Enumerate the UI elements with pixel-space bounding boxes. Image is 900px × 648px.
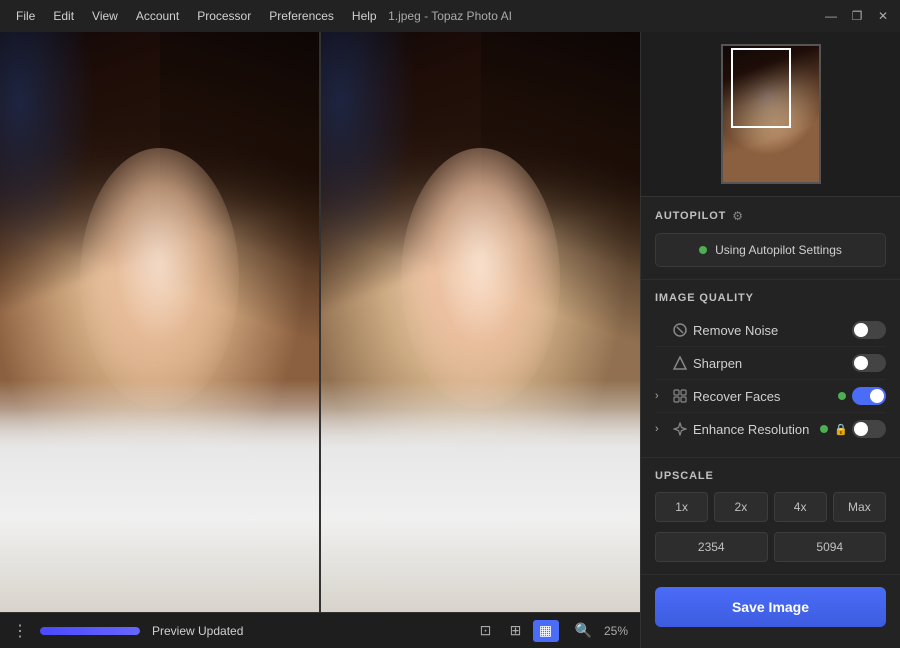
recover-faces-toggle[interactable] [852,387,886,405]
upscale-max-button[interactable]: Max [833,492,886,522]
upscale-buttons: 1x 2x 4x Max [655,492,886,522]
image-quality-section: IMAGE QUALITY Remove Noise [641,280,900,458]
menu-item-edit[interactable]: Edit [45,5,82,27]
enhance-resolution-indicator [820,425,828,433]
view-split-button[interactable]: ⊞ [503,620,529,642]
recover-faces-indicator [838,392,846,400]
thumbnail-container [641,32,900,197]
image-compare[interactable] [0,32,640,612]
recover-faces-icon [671,389,689,403]
image-quality-header: IMAGE QUALITY [655,292,886,304]
menu-item-processor[interactable]: Processor [189,5,259,27]
thumbnail-selection [731,48,791,128]
autopilot-status-dot [699,246,707,254]
enhance-resolution-label: Enhance Resolution [693,422,820,437]
status-text: Preview Updated [152,624,243,638]
zoom-icon: 🔍 [575,622,592,639]
titlebar: // Render menu items FileEditViewAccount… [0,0,900,32]
width-value: 2354 [655,532,768,562]
window-title: 1.jpeg - Topaz Photo AI [388,9,512,23]
minimize-button[interactable]: — [822,7,840,25]
sharpen-toggle[interactable] [852,354,886,372]
original-image [0,32,319,612]
main-content: ⋮ Preview Updated ⊡ ⊞ ▦ 🔍 25% [0,32,900,648]
autopilot-header: AUTOPILOT ⚙ [655,209,886,223]
menu-item-file[interactable]: File [8,5,43,27]
menu-item-account[interactable]: Account [128,5,187,27]
view-grid-button[interactable]: ▦ [533,620,559,642]
autopilot-button-label: Using Autopilot Settings [715,243,842,257]
remove-noise-row: Remove Noise [655,314,886,347]
enhance-resolution-row: › Enhance Resolution 🔒 [655,413,886,445]
statusbar: ⋮ Preview Updated ⊡ ⊞ ▦ 🔍 25% [0,612,640,648]
upscale-header: UPSCALE [655,470,886,482]
remove-noise-toggle[interactable] [852,321,886,339]
progress-bar [40,627,140,635]
dots-menu[interactable]: ⋮ [12,621,28,641]
autopilot-title: AUTOPILOT [655,210,726,222]
processed-image [319,32,640,612]
autopilot-button[interactable]: Using Autopilot Settings [655,233,886,267]
close-button[interactable]: ✕ [874,7,892,25]
autopilot-section: AUTOPILOT ⚙ Using Autopilot Settings [641,197,900,280]
view-controls: ⊡ ⊞ ▦ 🔍 25% [473,620,628,642]
upscale-2x-button[interactable]: 2x [714,492,767,522]
menu-item-preferences[interactable]: Preferences [261,5,342,27]
thumbnail[interactable] [721,44,821,184]
menu-item-help[interactable]: Help [344,5,385,27]
save-image-button[interactable]: Save Image [655,587,886,627]
image-panel: ⋮ Preview Updated ⊡ ⊞ ▦ 🔍 25% [0,32,640,648]
lock-icon: 🔒 [834,423,848,436]
image-quality-title: IMAGE QUALITY [655,292,754,304]
recover-faces-expand[interactable]: › [655,390,671,402]
maximize-button[interactable]: ❐ [848,7,866,25]
sharpen-row: Sharpen [655,347,886,380]
sharpen-icon [671,356,689,370]
right-panel: AUTOPILOT ⚙ Using Autopilot Settings IMA… [640,32,900,648]
dimensions-row: 2354 5094 [655,532,886,562]
upscale-1x-button[interactable]: 1x [655,492,708,522]
enhance-resolution-toggle[interactable] [852,420,886,438]
window-controls: — ❐ ✕ [822,7,892,25]
sharpen-label: Sharpen [693,356,838,371]
menu-bar: // Render menu items FileEditViewAccount… [8,5,385,27]
gear-icon[interactable]: ⚙ [732,209,743,223]
view-single-button[interactable]: ⊡ [473,620,499,642]
upscale-title: UPSCALE [655,470,714,482]
remove-noise-icon [671,323,689,337]
enhance-res-expand[interactable]: › [655,423,671,435]
menu-item-view[interactable]: View [84,5,126,27]
upscale-section: UPSCALE 1x 2x 4x Max 2354 5094 [641,458,900,575]
upscale-4x-button[interactable]: 4x [774,492,827,522]
recover-faces-label: Recover Faces [693,389,838,404]
remove-noise-label: Remove Noise [693,323,838,338]
enhance-resolution-icon [671,422,689,436]
recover-faces-row: › Recover Faces [655,380,886,413]
progress-bar-fill [40,627,140,635]
zoom-level: 25% [604,624,628,638]
height-value: 5094 [774,532,887,562]
